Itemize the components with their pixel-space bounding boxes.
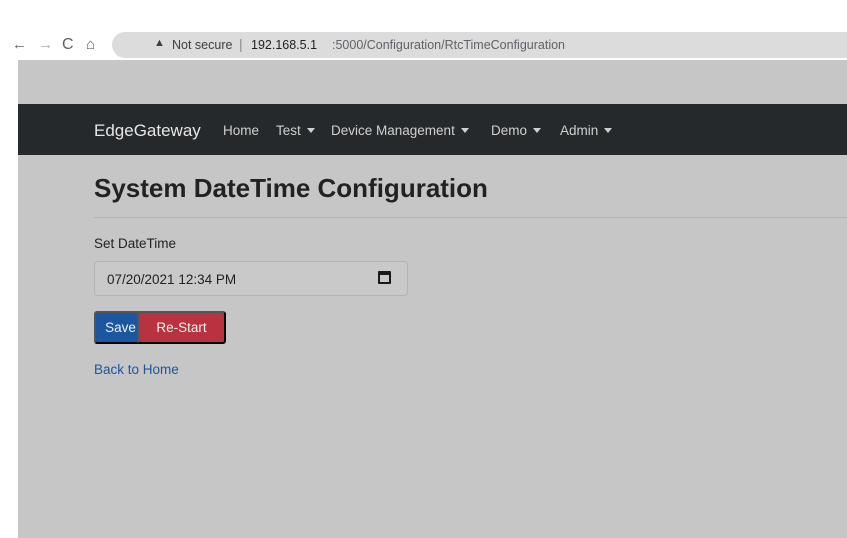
nav-item-home[interactable]: Home <box>223 123 259 138</box>
home-icon[interactable]: ⌂ <box>86 37 95 52</box>
url-path[interactable]: :5000/Configuration/RtcTimeConfiguration <box>332 38 565 52</box>
datetime-label: Set DateTime <box>94 236 177 251</box>
navbar-brand[interactable]: EdgeGateway <box>94 121 201 141</box>
page-viewport: EdgeGateway Home Test Device Management … <box>18 60 847 538</box>
nav-item-demo[interactable]: Demo <box>491 123 542 138</box>
caret-down-icon <box>533 128 542 133</box>
nav-item-admin[interactable]: Admin <box>560 123 613 138</box>
nav-item-label: Test <box>276 123 301 138</box>
caret-down-icon <box>460 128 469 133</box>
calendar-icon[interactable] <box>378 271 391 284</box>
back-to-home-link[interactable]: Back to Home <box>94 362 179 377</box>
back-arrow-icon[interactable]: ← <box>12 37 27 52</box>
nav-item-label: Home <box>223 123 260 138</box>
url-host[interactable]: 192.168.5.1 <box>251 38 317 52</box>
nav-item-label: Device Management <box>331 123 455 138</box>
forward-arrow-icon[interactable]: → <box>38 37 53 52</box>
nav-item-label: Demo <box>491 123 528 138</box>
divider <box>94 217 847 218</box>
screen: ← → C ⌂ ▲ Not secure | 192.168.5.1 :5000… <box>0 0 847 538</box>
datetime-value: 07/20/2021 12:34 PM <box>107 272 237 287</box>
reload-icon[interactable]: C <box>62 37 74 53</box>
nav-item-test[interactable]: Test <box>276 123 315 138</box>
page-title: System DateTime Configuration <box>94 173 488 203</box>
warning-icon[interactable]: ▲ <box>154 37 165 49</box>
restart-button[interactable]: Re-Start <box>137 311 226 344</box>
nav-item-device-management[interactable]: Device Management <box>331 123 469 138</box>
navbar: EdgeGateway Home Test Device Management … <box>18 104 847 155</box>
caret-down-icon <box>604 128 613 133</box>
nav-item-label: Admin <box>560 123 599 138</box>
caret-down-icon <box>306 128 315 133</box>
datetime-input[interactable]: 07/20/2021 12:34 PM <box>94 261 408 296</box>
security-label[interactable]: Not secure <box>172 38 232 52</box>
url-separator: | <box>239 36 243 52</box>
browser-toolbar: ← → C ⌂ ▲ Not secure | 192.168.5.1 :5000… <box>0 0 847 60</box>
